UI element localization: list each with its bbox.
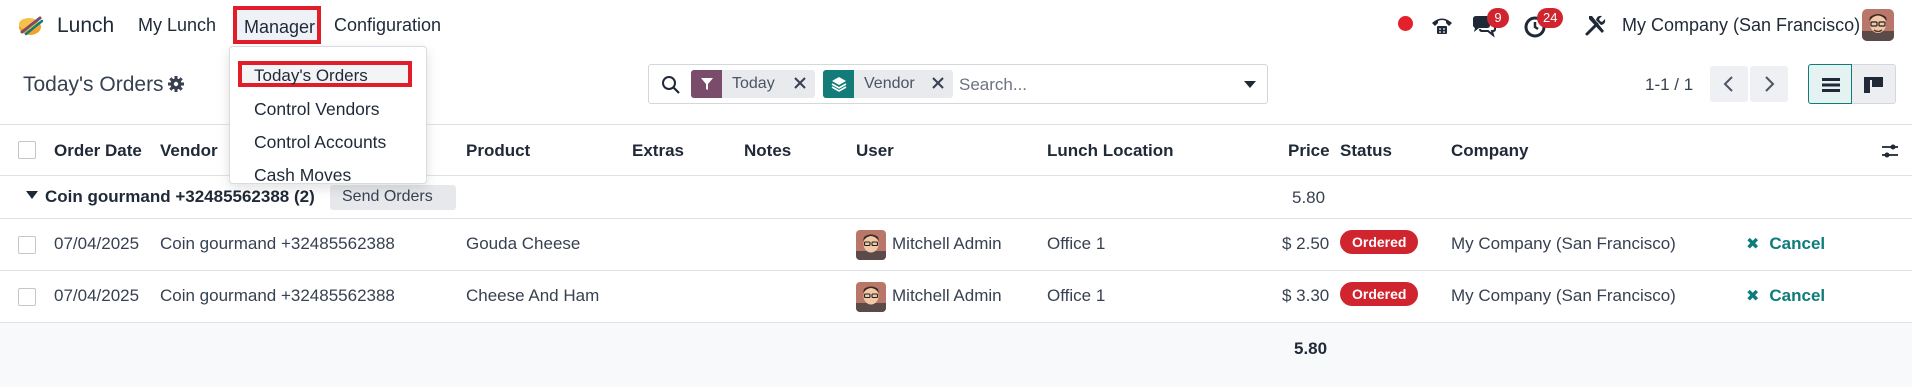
layers-icon (823, 70, 854, 98)
column-header-company[interactable]: Company (1451, 141, 1528, 161)
group-total: 5.80 (1292, 188, 1326, 207)
user-avatar (856, 282, 886, 312)
user-avatar (856, 230, 886, 260)
menu-item-cash-moves[interactable]: Cash Moves (254, 165, 351, 186)
send-orders-label: Send Orders (342, 188, 433, 205)
menu-item-todays-orders[interactable]: Today's Orders (238, 61, 412, 87)
cell-vendor: Coin gourmand +32485562388 (160, 286, 395, 305)
caret-down-icon (26, 191, 38, 199)
cell-price: $ 2.50 (1282, 234, 1330, 253)
chevron-right-icon (1765, 76, 1775, 92)
pager-previous-button[interactable] (1710, 66, 1748, 102)
pager-value[interactable]: 1-1 / 1 (1645, 75, 1693, 95)
cell-company: My Company (San Francisco) (1451, 234, 1676, 253)
column-header-order-date[interactable]: Order Date (54, 141, 142, 161)
search-options-toggle[interactable] (1231, 64, 1268, 104)
optional-columns-sliders-icon[interactable] (1880, 141, 1900, 161)
remove-facet-close-icon[interactable] (793, 74, 807, 92)
facet-label: Today (732, 75, 775, 92)
column-header-product[interactable]: Product (466, 141, 530, 161)
cell-lunch-location: Office 1 (1047, 286, 1106, 305)
list-view-icon (1822, 78, 1840, 92)
page-title: Today's Orders (23, 73, 164, 96)
row-checkbox[interactable] (18, 288, 36, 306)
send-orders-button[interactable]: Send Orders (330, 185, 456, 210)
column-header-status[interactable]: Status (1340, 141, 1392, 161)
company-switcher[interactable]: My Company (San Francisco) (1622, 15, 1860, 36)
column-header-vendor[interactable]: Vendor (160, 141, 218, 161)
pager-next-button[interactable] (1750, 66, 1788, 102)
top-navbar: Lunch My Lunch Manager Configuration 9 2… (0, 0, 1912, 52)
filter-icon (691, 70, 722, 98)
messages-count-badge: 9 (1487, 8, 1509, 28)
menu-configuration[interactable]: Configuration (334, 15, 441, 36)
cancel-order-button[interactable]: ✖ Cancel (1746, 286, 1825, 306)
phone-icon[interactable] (1428, 11, 1456, 39)
facet-vendor-groupby[interactable]: Vendor (823, 70, 953, 98)
select-all-checkbox[interactable] (18, 141, 36, 159)
chevron-left-icon (1723, 76, 1733, 92)
user-avatar[interactable] (1862, 9, 1894, 41)
app-name[interactable]: Lunch (57, 14, 114, 38)
cell-user: Mitchell Admin (892, 234, 1002, 253)
cancel-order-button[interactable]: ✖ Cancel (1746, 234, 1825, 254)
debug-tools-icon[interactable] (1582, 11, 1610, 39)
cell-product: Cheese And Ham (466, 286, 600, 305)
list-view-button[interactable] (1808, 64, 1852, 104)
close-icon: ✖ (1746, 288, 1760, 305)
facet-today-filter[interactable]: Today (691, 70, 815, 98)
close-icon: ✖ (1746, 236, 1760, 253)
cell-price: $ 3.30 (1282, 286, 1330, 305)
cell-product: Gouda Cheese (466, 234, 581, 253)
cell-order-date: 07/04/2025 (54, 234, 140, 253)
search-panel: Today Vendor (648, 64, 1232, 104)
cell-user: Mitchell Admin (892, 286, 1002, 305)
recording-indicator-icon[interactable] (1398, 16, 1413, 31)
row-checkbox[interactable] (18, 236, 36, 254)
cell-order-date: 07/04/2025 (54, 286, 140, 305)
cancel-label: Cancel (1769, 234, 1826, 253)
kanban-view-icon (1864, 77, 1883, 93)
cell-lunch-location: Office 1 (1047, 234, 1106, 253)
menu-my-lunch[interactable]: My Lunch (138, 15, 216, 36)
column-header-extras[interactable]: Extras (632, 141, 684, 161)
menu-manager[interactable]: Manager (233, 6, 321, 44)
cell-vendor: Coin gourmand +32485562388 (160, 234, 395, 253)
lunch-app-icon[interactable] (16, 12, 46, 38)
table-row[interactable]: 07/04/2025 Coin gourmand +32485562388 Go… (0, 219, 1912, 271)
search-input[interactable] (959, 73, 1219, 97)
caret-down-icon (1244, 81, 1256, 88)
cell-company: My Company (San Francisco) (1451, 286, 1676, 305)
activities-count-badge: 24 (1537, 8, 1564, 28)
column-header-notes[interactable]: Notes (744, 141, 791, 161)
column-header-lunch-location[interactable]: Lunch Location (1047, 141, 1174, 161)
group-label: Coin gourmand +32485562388 (2) (45, 187, 315, 206)
column-header-user[interactable]: User (856, 141, 894, 161)
empty-area (0, 377, 1912, 387)
menu-item-control-accounts[interactable]: Control Accounts (254, 132, 386, 153)
footer-total: 5.80 (1294, 339, 1328, 358)
cancel-label: Cancel (1769, 286, 1826, 305)
status-badge: Ordered (1340, 282, 1419, 306)
kanban-view-button[interactable] (1852, 64, 1896, 104)
facet-label: Vendor (864, 75, 915, 92)
menu-item-control-vendors[interactable]: Control Vendors (254, 99, 380, 120)
search-icon[interactable] (661, 75, 681, 95)
remove-facet-close-icon[interactable] (931, 74, 945, 92)
table-footer: 5.80 (0, 323, 1912, 377)
table-row[interactable]: 07/04/2025 Coin gourmand +32485562388 Ch… (0, 271, 1912, 323)
gear-icon[interactable] (167, 75, 185, 93)
manager-dropdown-menu: Today's Orders Control Vendors Control A… (229, 46, 427, 186)
status-badge: Ordered (1340, 230, 1419, 254)
column-header-price[interactable]: Price (1288, 141, 1330, 161)
